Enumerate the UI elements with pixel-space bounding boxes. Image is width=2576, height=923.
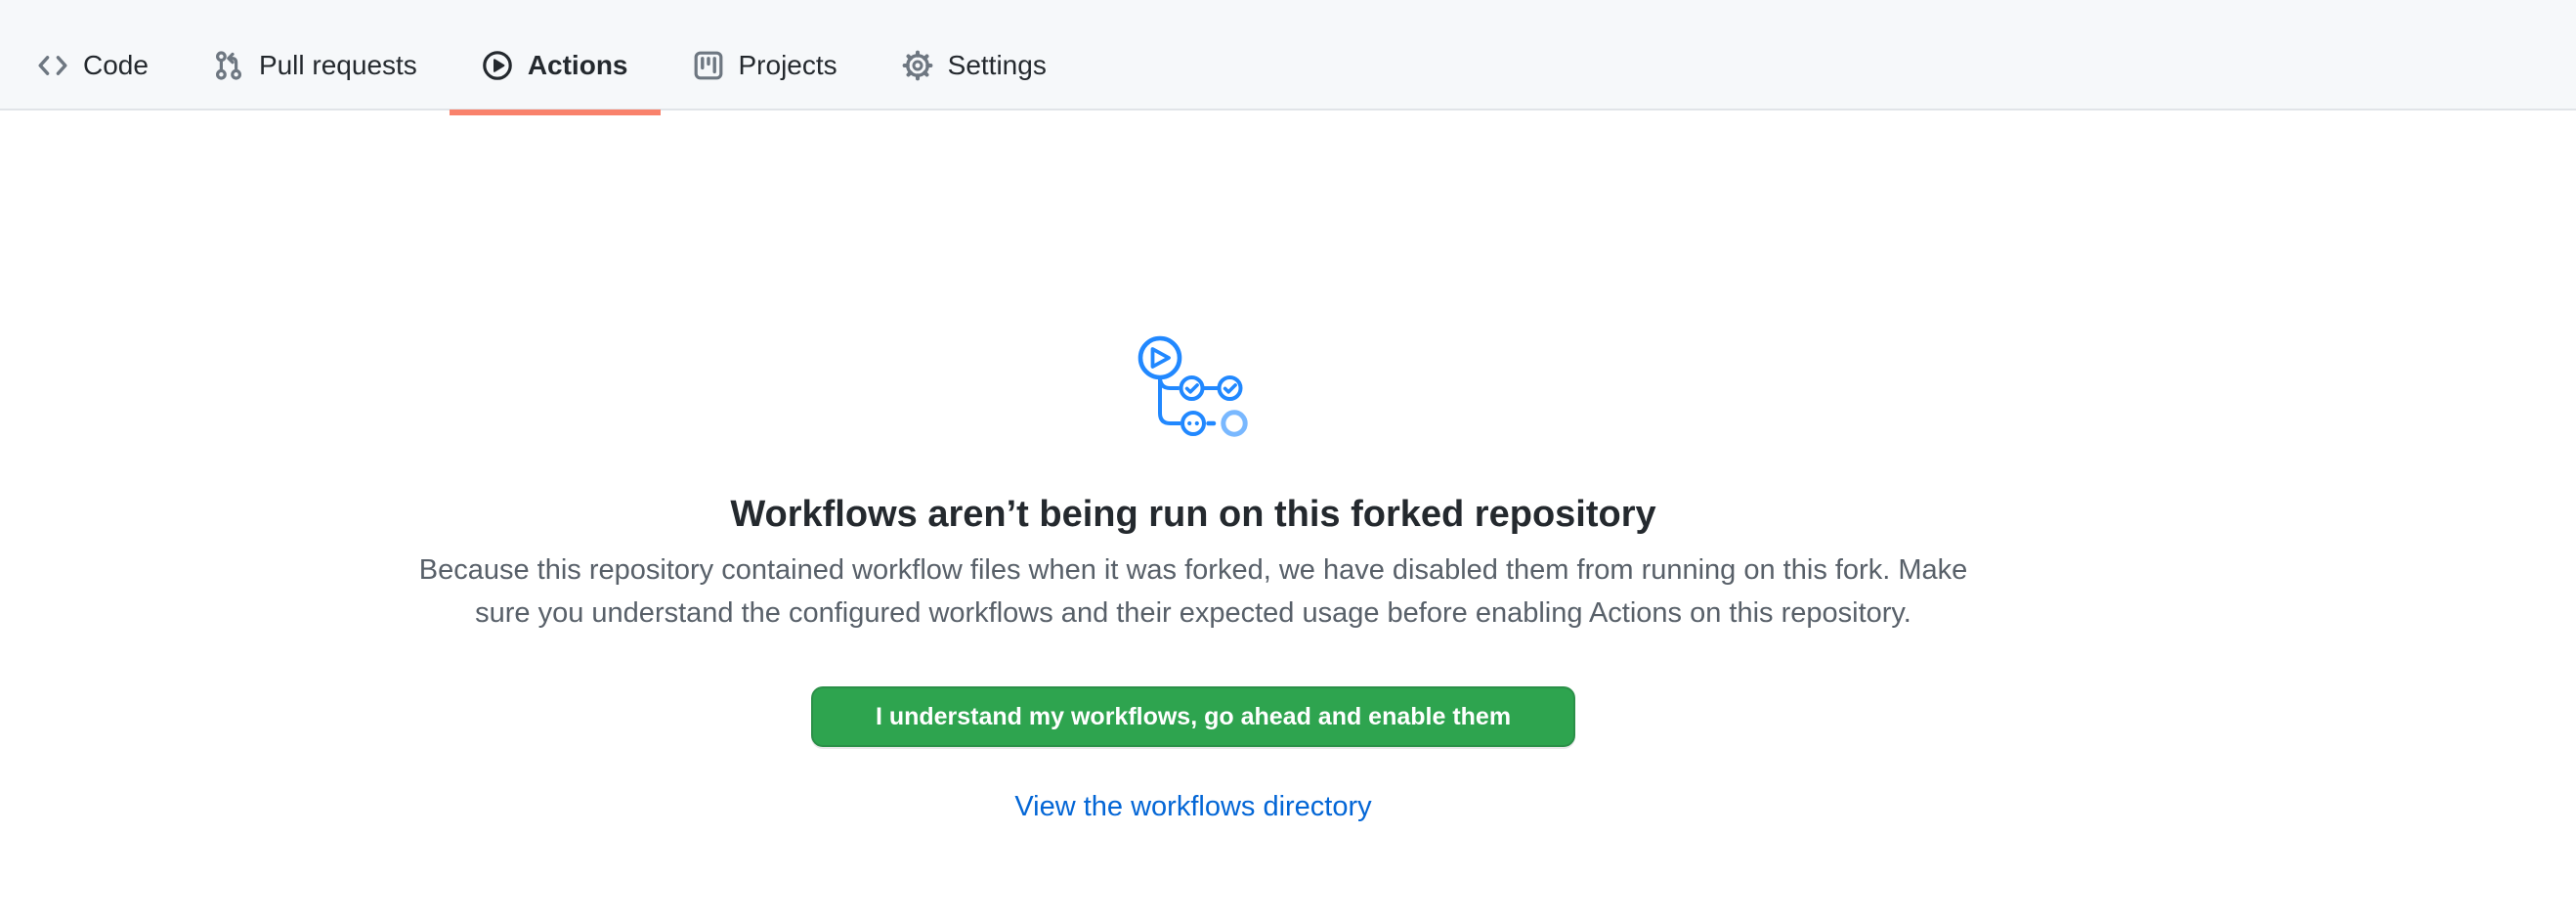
tab-pull-requests[interactable]: Pull requests <box>181 22 450 109</box>
page-title: Workflows aren’t being run on this forke… <box>0 490 2386 539</box>
tab-label: Settings <box>948 52 1047 79</box>
repo-tab-bar: Code Pull requests Actions Projects <box>0 0 2576 110</box>
blankslate-description: Because this repository contained workfl… <box>0 549 2386 635</box>
tab-actions[interactable]: Actions <box>450 22 661 109</box>
description-line-1: Because this repository contained workfl… <box>0 549 2386 592</box>
actions-disabled-blankslate: Workflows aren’t being run on this forke… <box>0 110 2386 827</box>
tab-label: Projects <box>739 52 837 79</box>
description-line-2: sure you understand the configured workf… <box>0 592 2386 635</box>
tab-label: Pull requests <box>259 52 417 79</box>
play-icon <box>482 50 513 81</box>
tab-label: Code <box>83 52 149 79</box>
workflows-directory-link[interactable]: View the workflows directory <box>0 786 2386 827</box>
project-icon <box>693 50 724 81</box>
gear-icon <box>902 50 933 81</box>
tab-projects[interactable]: Projects <box>661 22 870 109</box>
enable-workflows-button[interactable]: I understand my workflows, go ahead and … <box>811 686 1575 747</box>
code-icon <box>37 50 68 81</box>
git-pull-request-icon <box>213 50 244 81</box>
tab-label: Actions <box>528 52 628 79</box>
workflow-graph-icon <box>1135 329 1252 438</box>
tab-settings[interactable]: Settings <box>870 22 1079 109</box>
tab-code[interactable]: Code <box>5 22 181 109</box>
